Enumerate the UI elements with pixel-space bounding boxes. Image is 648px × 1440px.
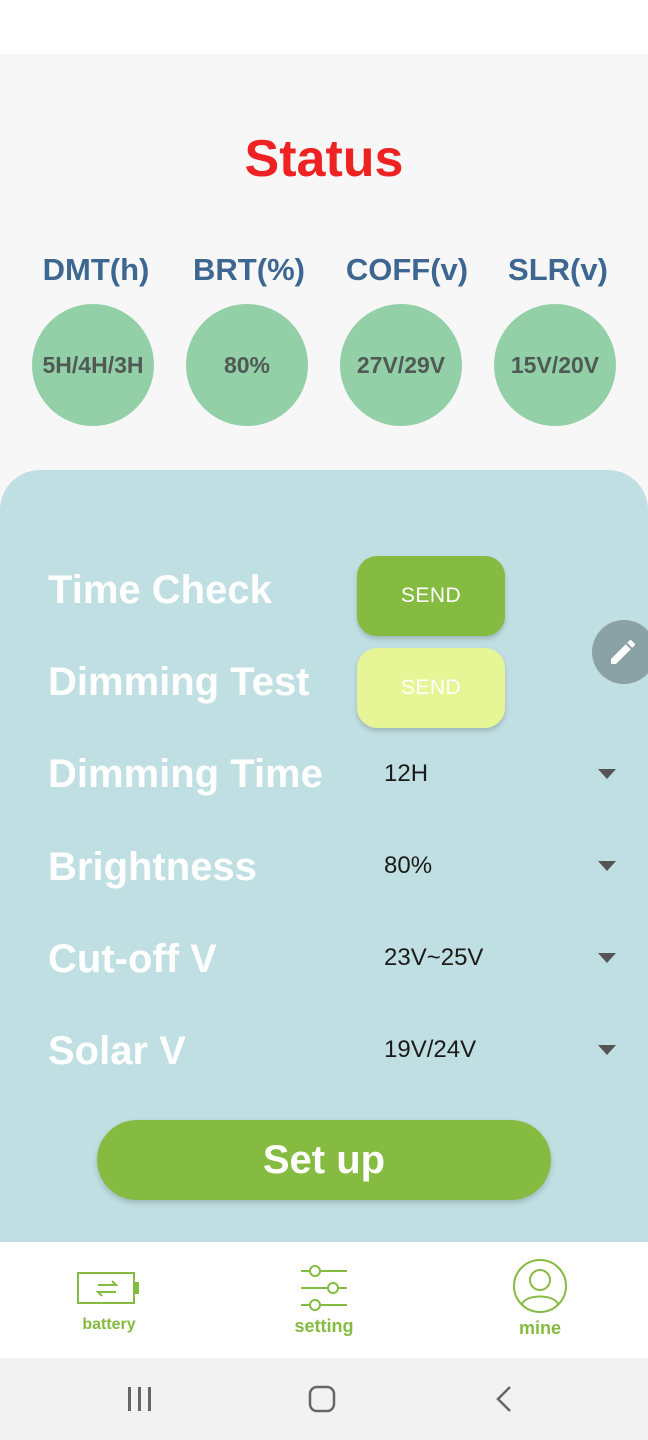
time-check-send-button[interactable]: SEND — [357, 556, 505, 636]
dropdown-arrow-icon — [598, 769, 616, 779]
home-icon — [308, 1385, 336, 1413]
dimming-time-value: 12H — [384, 760, 429, 787]
metric-label-slr: SLR(v) — [508, 252, 608, 287]
cutoff-value: 23V~25V — [384, 944, 484, 971]
solar-label: Solar V — [48, 1029, 186, 1073]
pencil-icon — [611, 639, 636, 664]
back-icon — [496, 1386, 511, 1412]
nav-label-setting: setting — [294, 1316, 354, 1336]
dimming-test-label: Dimming Test — [48, 660, 310, 704]
status-bar — [0, 0, 648, 54]
time-check-label: Time Check — [48, 568, 272, 612]
dropdown-arrow-icon — [598, 861, 616, 871]
dimming-test-send-button[interactable]: SEND — [357, 648, 505, 728]
solar-dropdown[interactable]: 19V/24V — [384, 1026, 624, 1074]
metric-label-dmt: DMT(h) — [42, 252, 150, 287]
nav-item-battery[interactable]: battery — [39, 1242, 179, 1358]
metric-value-brt: 80% — [186, 304, 308, 426]
dropdown-arrow-icon — [598, 953, 616, 963]
cutoff-dropdown[interactable]: 23V~25V — [384, 934, 624, 982]
home-button[interactable] — [296, 1358, 348, 1440]
sliders-icon — [301, 1265, 347, 1311]
nav-label-battery: battery — [82, 1316, 136, 1333]
brightness-label: Brightness — [48, 845, 257, 889]
back-button[interactable] — [478, 1358, 530, 1440]
metric-label-brt: BRT(%) — [193, 252, 305, 287]
solar-value: 19V/24V — [384, 1036, 477, 1063]
metric-value-coff: 27V/29V — [340, 304, 462, 426]
setup-button[interactable]: Set up — [97, 1120, 551, 1200]
page-title: Status — [244, 130, 404, 188]
dimming-time-label: Dimming Time — [48, 752, 323, 796]
nav-item-mine[interactable]: mine — [470, 1242, 610, 1358]
dropdown-arrow-icon — [598, 1045, 616, 1055]
system-nav-bar — [0, 1358, 648, 1440]
nav-label-mine: mine — [518, 1318, 561, 1338]
metric-value-dmt: 5H/4H/3H — [32, 304, 154, 426]
metric-label-coff: COFF(v) — [345, 252, 469, 287]
user-icon — [513, 1259, 567, 1313]
nav-item-setting[interactable]: setting — [254, 1242, 394, 1358]
bottom-nav: battery setting mine — [0, 1242, 648, 1358]
cutoff-label: Cut-off V — [48, 937, 217, 981]
dimming-time-dropdown[interactable]: 12H — [384, 750, 624, 798]
brightness-value: 80% — [384, 852, 433, 879]
metric-value-slr: 15V/20V — [494, 304, 616, 426]
edit-fab-button[interactable] — [592, 620, 648, 684]
recent-apps-icon — [128, 1387, 151, 1411]
battery-icon — [77, 1272, 139, 1304]
recent-apps-button[interactable] — [114, 1358, 166, 1440]
brightness-dropdown[interactable]: 80% — [384, 842, 624, 890]
